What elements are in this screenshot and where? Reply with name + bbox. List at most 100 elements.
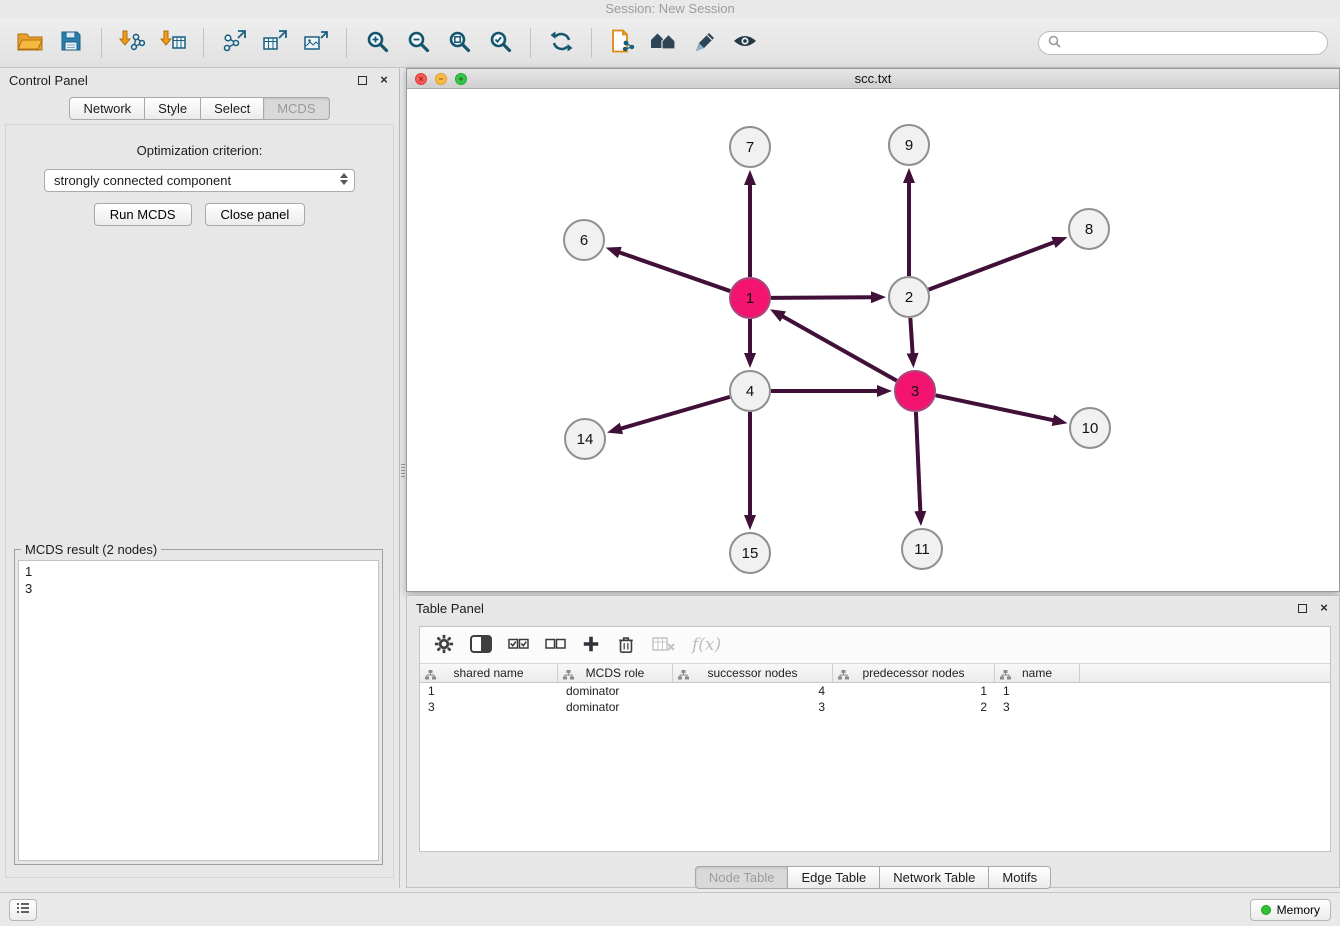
control-panel-title: Control Panel (9, 73, 346, 88)
app-title: Session: New Session (605, 1, 734, 16)
table-panel-title: Table Panel (416, 601, 1286, 616)
import-network-button[interactable] (114, 25, 150, 61)
import-table-button[interactable] (155, 25, 191, 61)
node-3[interactable]: 3 (895, 371, 935, 411)
mcds-result-value: 1 (19, 561, 378, 580)
edge-1-6[interactable] (619, 252, 730, 291)
zoom-window-button[interactable]: + (455, 73, 467, 85)
delete-table-button[interactable] (652, 632, 676, 658)
table-cell[interactable]: 1 (833, 683, 995, 699)
column-header-label: shared name (453, 666, 523, 680)
column-header-shared-name[interactable]: shared name (420, 664, 558, 682)
edge-2-3[interactable] (910, 318, 912, 354)
task-history-button[interactable] (9, 899, 37, 921)
node-14[interactable]: 14 (565, 419, 605, 459)
table-toolbar: f(x) (420, 627, 1330, 663)
edge-3-10[interactable] (936, 395, 1054, 420)
table-row[interactable]: 1dominator411 (420, 683, 1330, 699)
node-2[interactable]: 2 (889, 277, 929, 317)
zoom-out-button[interactable] (400, 25, 436, 61)
search-input[interactable] (1066, 36, 1318, 50)
function-builder-button[interactable]: f(x) (692, 632, 721, 658)
toolbar-separator (203, 28, 204, 58)
tab-network-table[interactable]: Network Table (880, 866, 989, 889)
table-cell[interactable]: 3 (673, 699, 833, 715)
column-header-successor-nodes[interactable]: successor nodes (673, 664, 833, 682)
delete-column-button[interactable] (616, 632, 636, 658)
table-body: 1dominator4113dominator323 (420, 683, 1330, 715)
node-15[interactable]: 15 (730, 533, 770, 573)
memory-button[interactable]: Memory (1250, 899, 1331, 921)
network-window: × − + scc.txt 7968124314101511 (406, 68, 1340, 592)
open-session-button[interactable] (12, 25, 48, 61)
tab-edge-table[interactable]: Edge Table (788, 866, 880, 889)
app: { "window": { "title": "Session: New Ses… (0, 0, 1340, 926)
table-cell[interactable]: 3 (420, 699, 558, 715)
table-settings-button[interactable] (434, 632, 454, 658)
optimization-select[interactable]: strongly connected component (44, 169, 355, 192)
close-window-button[interactable]: × (415, 73, 427, 85)
graphics-details-button[interactable] (686, 25, 722, 61)
edge-1-2[interactable] (771, 297, 872, 298)
export-network-button[interactable] (216, 25, 252, 61)
tab-mcds[interactable]: MCDS (264, 97, 329, 120)
float-icon[interactable] (356, 74, 368, 86)
zoom-selected-button[interactable] (482, 25, 518, 61)
add-column-button[interactable] (582, 632, 600, 658)
tab-style[interactable]: Style (145, 97, 201, 120)
export-table-button[interactable] (257, 25, 293, 61)
zoom-fit-button[interactable] (441, 25, 477, 61)
float-icon[interactable] (1296, 602, 1308, 614)
deselect-all-button[interactable] (545, 632, 566, 658)
refresh-button[interactable] (543, 25, 579, 61)
table-cell[interactable]: 1 (995, 683, 1080, 699)
node-11[interactable]: 11 (902, 529, 942, 569)
close-icon[interactable]: × (1318, 602, 1330, 614)
status-bar: Memory (0, 892, 1340, 926)
close-icon[interactable]: × (378, 74, 390, 86)
search-box (1038, 31, 1328, 55)
node-4[interactable]: 4 (730, 371, 770, 411)
table-cell[interactable]: 4 (673, 683, 833, 699)
select-all-button[interactable] (508, 632, 529, 658)
table-cell[interactable]: 3 (995, 699, 1080, 715)
column-header-name[interactable]: name (995, 664, 1080, 682)
table-cell[interactable]: dominator (558, 683, 673, 699)
table-cell[interactable]: dominator (558, 699, 673, 715)
node-8[interactable]: 8 (1069, 209, 1109, 249)
minimize-window-button[interactable]: − (435, 73, 447, 85)
run-mcds-button[interactable]: Run MCDS (94, 203, 192, 226)
node-9[interactable]: 9 (889, 125, 929, 165)
network-canvas[interactable]: 7 9 6 8 1 2 4 3 14 10 15 11 (407, 89, 1339, 591)
column-header-MCDS-role[interactable]: MCDS role (558, 664, 673, 682)
tab-select[interactable]: Select (201, 97, 264, 120)
double-home-icon (650, 31, 676, 54)
export-image-button[interactable] (298, 25, 334, 61)
zoom-in-button[interactable] (359, 25, 395, 61)
table-cell[interactable]: 2 (833, 699, 995, 715)
show-all-button[interactable] (645, 25, 681, 61)
toolbar-separator (101, 28, 102, 58)
vertical-splitter-handle[interactable] (401, 464, 405, 477)
edge-3-11[interactable] (916, 412, 920, 512)
column-view-button[interactable] (470, 632, 492, 658)
edge-2-8[interactable] (929, 242, 1055, 290)
save-session-button[interactable] (53, 25, 89, 61)
tab-motifs[interactable]: Motifs (989, 866, 1051, 889)
close-panel-button[interactable]: Close panel (205, 203, 306, 226)
birds-eye-button[interactable] (727, 25, 763, 61)
first-neighbors-button[interactable] (604, 25, 640, 61)
node-10[interactable]: 10 (1070, 408, 1110, 448)
column-header-predecessor-nodes[interactable]: predecessor nodes (833, 664, 995, 682)
edge-4-14[interactable] (621, 397, 730, 429)
tab-node-table[interactable]: Node Table (695, 866, 789, 889)
table-row[interactable]: 3dominator323 (420, 699, 1330, 715)
sort-icon (1000, 669, 1011, 683)
edge-3-1[interactable] (782, 316, 896, 381)
node-7[interactable]: 7 (730, 127, 770, 167)
toolbar-separator (530, 28, 531, 58)
node-6[interactable]: 6 (564, 220, 604, 260)
node-1[interactable]: 1 (730, 278, 770, 318)
tab-network[interactable]: Network (69, 97, 145, 120)
table-cell[interactable]: 1 (420, 683, 558, 699)
